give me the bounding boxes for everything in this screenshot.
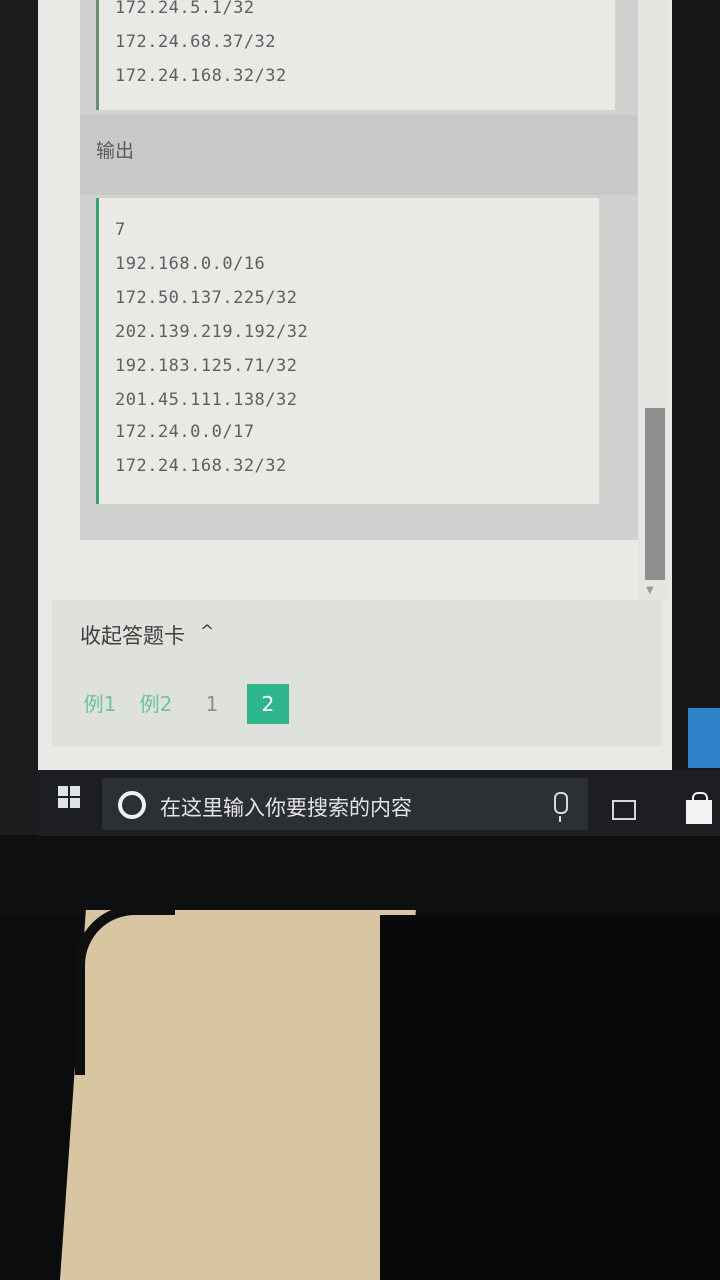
code-line: 172.24.68.37/32 <box>115 32 277 52</box>
search-placeholder[interactable]: 在这里输入你要搜索的内容 <box>160 792 412 822</box>
page-2-active[interactable]: 2 <box>247 684 289 724</box>
scrollbar-thumb[interactable] <box>645 408 665 580</box>
sample-output-block: 7 192.168.0.0/16 172.50.137.225/32 202.1… <box>96 198 599 504</box>
code-line: 202.139.219.192/32 <box>115 322 309 342</box>
chevron-up-icon[interactable]: ^ <box>200 622 214 642</box>
code-line: 172.24.5.1/32 <box>115 0 255 18</box>
page-1[interactable]: 1 <box>202 684 222 724</box>
code-line: 172.24.168.32/32 <box>115 66 287 86</box>
search-box[interactable]: 在这里输入你要搜索的内容 <box>102 778 588 830</box>
answer-card: 收起答题卡 ^ 例1 例2 1 2 <box>52 600 662 746</box>
page-example-1[interactable]: 例1 <box>80 684 120 724</box>
scroll-down-arrow-icon[interactable]: ▼ <box>646 585 654 596</box>
microphone-icon[interactable] <box>554 792 568 822</box>
taskbar: 在这里输入你要搜索的内容 <box>38 770 720 836</box>
problem-panel: 172.24.5.1/32 172.24.68.37/32 172.24.168… <box>80 0 648 540</box>
windows-start-icon[interactable] <box>58 786 80 808</box>
task-view-icon[interactable] <box>612 800 636 820</box>
monitor-bezel <box>0 835 720 915</box>
store-icon[interactable] <box>686 792 712 824</box>
browser-viewport: 172.24.5.1/32 172.24.68.37/32 172.24.168… <box>38 0 672 770</box>
output-header-band <box>80 115 648 195</box>
sample-input-block: 172.24.5.1/32 172.24.68.37/32 172.24.168… <box>96 0 615 110</box>
monitor-frame-left <box>0 0 40 900</box>
collapse-answer-card-button[interactable]: 收起答题卡 <box>80 620 185 650</box>
monitor-stand <box>380 915 720 1280</box>
code-line: 172.24.168.32/32 <box>115 456 287 476</box>
code-line: 172.50.137.225/32 <box>115 288 298 308</box>
cable <box>75 905 175 1075</box>
page-example-2[interactable]: 例2 <box>136 684 176 724</box>
code-line: 192.183.125.71/32 <box>115 356 298 376</box>
code-line: 7 <box>115 220 126 240</box>
code-line: 192.168.0.0/16 <box>115 254 266 274</box>
output-heading: 输出 <box>96 140 135 162</box>
code-line: 172.24.0.0/17 <box>115 422 255 442</box>
cortana-icon[interactable] <box>118 791 146 819</box>
adjacent-screen-edge <box>688 708 720 768</box>
code-line: 201.45.111.138/32 <box>115 390 298 410</box>
